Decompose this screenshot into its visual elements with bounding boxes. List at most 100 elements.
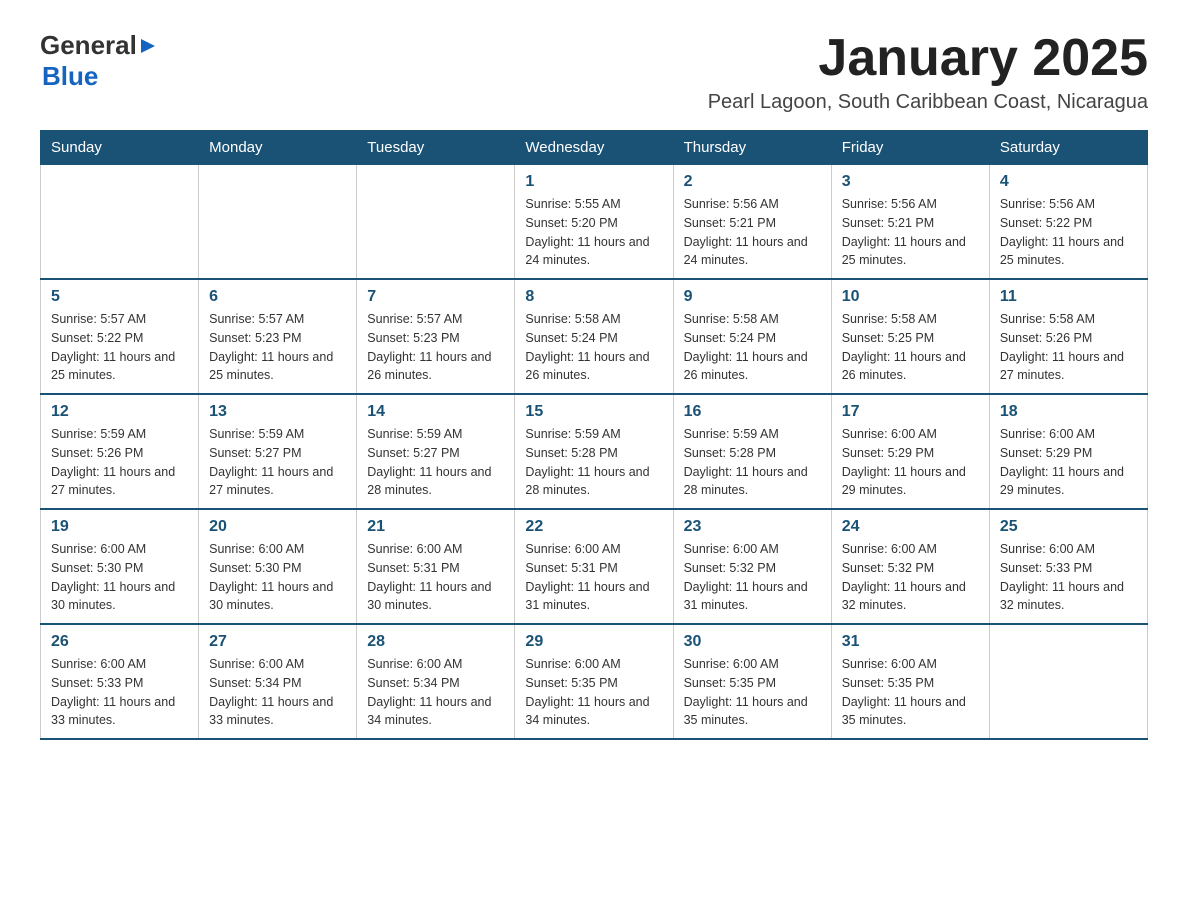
logo-blue: Blue [42,61,98,92]
calendar-week-5: 26 Sunrise: 6:00 AMSunset: 5:33 PMDayligh… [41,624,1148,739]
day-info: Sunrise: 5:59 AMSunset: 5:27 PMDaylight:… [209,425,346,500]
calendar-cell: 11 Sunrise: 5:58 AMSunset: 5:26 PMDayligh… [989,279,1147,394]
day-number: 25 [1000,518,1137,536]
calendar-cell: 19 Sunrise: 6:00 AMSunset: 5:30 PMDayligh… [41,509,199,624]
day-number: 15 [525,403,662,421]
day-info: Sunrise: 5:56 AMSunset: 5:21 PMDaylight:… [842,195,979,270]
day-info: Sunrise: 6:00 AMSunset: 5:33 PMDaylight:… [51,655,188,730]
day-number: 21 [367,518,504,536]
title-block: January 2025 Pearl Lagoon, South Caribbe… [708,30,1148,114]
day-number: 10 [842,288,979,306]
calendar-cell: 12 Sunrise: 5:59 AMSunset: 5:26 PMDayligh… [41,394,199,509]
calendar-cell [989,624,1147,739]
day-number: 4 [1000,173,1137,191]
day-number: 26 [51,633,188,651]
calendar-cell: 24 Sunrise: 6:00 AMSunset: 5:32 PMDayligh… [831,509,989,624]
calendar-table: SundayMondayTuesdayWednesdayThursdayFrid… [40,130,1148,740]
calendar-cell: 18Sunrise: 6:00 AMSunset: 5:29 PMDayligh… [989,394,1147,509]
calendar-cell: 8 Sunrise: 5:58 AMSunset: 5:24 PMDaylight… [515,279,673,394]
day-number: 29 [525,633,662,651]
day-number: 24 [842,518,979,536]
day-info: Sunrise: 6:00 AMSunset: 5:32 PMDaylight:… [842,540,979,615]
calendar-cell: 23 Sunrise: 6:00 AMSunset: 5:32 PMDayligh… [673,509,831,624]
calendar-cell: 31Sunrise: 6:00 AMSunset: 5:35 PMDayligh… [831,624,989,739]
day-info: Sunrise: 6:00 AMSunset: 5:34 PMDaylight:… [209,655,346,730]
logo-general: General [40,30,137,61]
day-info: Sunrise: 5:57 AMSunset: 5:23 PMDaylight:… [209,310,346,385]
day-info: Sunrise: 5:57 AMSunset: 5:22 PMDaylight:… [51,310,188,385]
day-number: 16 [684,403,821,421]
day-number: 8 [525,288,662,306]
day-info: Sunrise: 6:00 AMSunset: 5:29 PMDaylight:… [1000,425,1137,500]
day-number: 28 [367,633,504,651]
day-info: Sunrise: 5:55 AMSunset: 5:20 PMDaylight:… [525,195,662,270]
calendar-cell: 30Sunrise: 6:00 AMSunset: 5:35 PMDayligh… [673,624,831,739]
day-info: Sunrise: 6:00 AMSunset: 5:35 PMDaylight:… [684,655,821,730]
weekday-header-saturday: Saturday [989,131,1147,165]
day-number: 27 [209,633,346,651]
logo-flag-icon [139,37,157,55]
day-info: Sunrise: 5:59 AMSunset: 5:27 PMDaylight:… [367,425,504,500]
calendar-cell: 9Sunrise: 5:58 AMSunset: 5:24 PMDaylight… [673,279,831,394]
weekday-header-monday: Monday [199,131,357,165]
day-info: Sunrise: 5:57 AMSunset: 5:23 PMDaylight:… [367,310,504,385]
calendar-cell: 4Sunrise: 5:56 AMSunset: 5:22 PMDaylight… [989,165,1147,280]
day-number: 17 [842,403,979,421]
day-info: Sunrise: 6:00 AMSunset: 5:33 PMDaylight:… [1000,540,1137,615]
calendar-cell: 29 Sunrise: 6:00 AMSunset: 5:35 PMDayligh… [515,624,673,739]
day-number: 1 [525,173,662,191]
calendar-cell: 25 Sunrise: 6:00 AMSunset: 5:33 PMDayligh… [989,509,1147,624]
day-info: Sunrise: 6:00 AMSunset: 5:31 PMDaylight:… [525,540,662,615]
day-number: 13 [209,403,346,421]
weekday-header-tuesday: Tuesday [357,131,515,165]
day-number: 11 [1000,288,1137,306]
calendar-subtitle: Pearl Lagoon, South Caribbean Coast, Nic… [708,91,1148,114]
calendar-cell: 16Sunrise: 5:59 AMSunset: 5:28 PMDayligh… [673,394,831,509]
calendar-cell: 5Sunrise: 5:57 AMSunset: 5:22 PMDaylight… [41,279,199,394]
calendar-week-3: 12 Sunrise: 5:59 AMSunset: 5:26 PMDayligh… [41,394,1148,509]
day-number: 31 [842,633,979,651]
calendar-cell: 7 Sunrise: 5:57 AMSunset: 5:23 PMDaylight… [357,279,515,394]
calendar-cell [199,165,357,280]
day-number: 3 [842,173,979,191]
calendar-cell: 22 Sunrise: 6:00 AMSunset: 5:31 PMDayligh… [515,509,673,624]
page-header: General Blue January 2025 Pearl Lagoon, … [40,30,1148,114]
day-info: Sunrise: 6:00 AMSunset: 5:29 PMDaylight:… [842,425,979,500]
day-info: Sunrise: 5:58 AMSunset: 5:24 PMDaylight:… [525,310,662,385]
day-number: 23 [684,518,821,536]
calendar-cell: 26 Sunrise: 6:00 AMSunset: 5:33 PMDayligh… [41,624,199,739]
logo: General Blue [40,30,157,92]
day-info: Sunrise: 6:00 AMSunset: 5:32 PMDaylight:… [684,540,821,615]
calendar-week-2: 5Sunrise: 5:57 AMSunset: 5:22 PMDaylight… [41,279,1148,394]
weekday-header-friday: Friday [831,131,989,165]
day-info: Sunrise: 6:00 AMSunset: 5:34 PMDaylight:… [367,655,504,730]
day-info: Sunrise: 6:00 AMSunset: 5:31 PMDaylight:… [367,540,504,615]
day-info: Sunrise: 6:00 AMSunset: 5:35 PMDaylight:… [525,655,662,730]
calendar-cell: 28 Sunrise: 6:00 AMSunset: 5:34 PMDayligh… [357,624,515,739]
day-info: Sunrise: 5:58 AMSunset: 5:26 PMDaylight:… [1000,310,1137,385]
calendar-cell: 6Sunrise: 5:57 AMSunset: 5:23 PMDaylight… [199,279,357,394]
calendar-cell: 17 Sunrise: 6:00 AMSunset: 5:29 PMDayligh… [831,394,989,509]
day-info: Sunrise: 6:00 AMSunset: 5:30 PMDaylight:… [51,540,188,615]
day-number: 7 [367,288,504,306]
calendar-cell: 21 Sunrise: 6:00 AMSunset: 5:31 PMDayligh… [357,509,515,624]
day-number: 19 [51,518,188,536]
day-info: Sunrise: 5:58 AMSunset: 5:24 PMDaylight:… [684,310,821,385]
calendar-cell: 27 Sunrise: 6:00 AMSunset: 5:34 PMDayligh… [199,624,357,739]
weekday-header-wednesday: Wednesday [515,131,673,165]
calendar-cell [357,165,515,280]
calendar-cell: 10Sunrise: 5:58 AMSunset: 5:25 PMDayligh… [831,279,989,394]
calendar-cell: 14Sunrise: 5:59 AMSunset: 5:27 PMDayligh… [357,394,515,509]
calendar-cell [41,165,199,280]
day-info: Sunrise: 5:56 AMSunset: 5:21 PMDaylight:… [684,195,821,270]
calendar-header: SundayMondayTuesdayWednesdayThursdayFrid… [41,131,1148,165]
calendar-cell: 1 Sunrise: 5:55 AMSunset: 5:20 PMDaylight… [515,165,673,280]
calendar-cell: 2Sunrise: 5:56 AMSunset: 5:21 PMDaylight… [673,165,831,280]
weekday-header-thursday: Thursday [673,131,831,165]
calendar-week-4: 19 Sunrise: 6:00 AMSunset: 5:30 PMDayligh… [41,509,1148,624]
day-number: 12 [51,403,188,421]
calendar-cell: 20Sunrise: 6:00 AMSunset: 5:30 PMDayligh… [199,509,357,624]
day-info: Sunrise: 5:59 AMSunset: 5:26 PMDaylight:… [51,425,188,500]
calendar-cell: 3 Sunrise: 5:56 AMSunset: 5:21 PMDaylight… [831,165,989,280]
day-number: 22 [525,518,662,536]
